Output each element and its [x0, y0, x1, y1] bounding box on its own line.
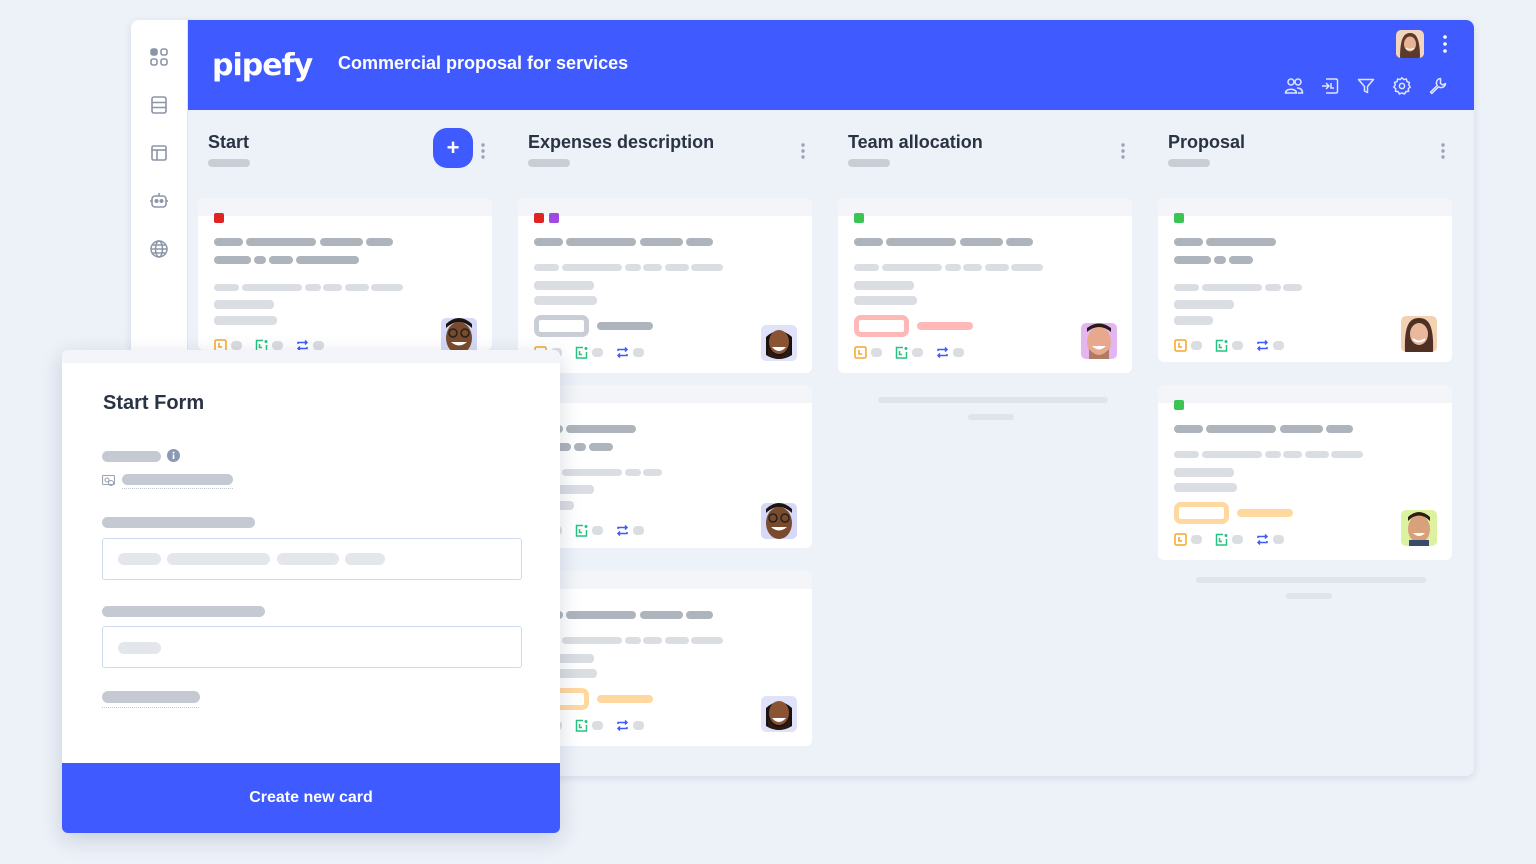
assignee-avatar	[1081, 323, 1117, 359]
field-label	[102, 451, 161, 462]
pipe-header: pipefy Commercial proposal for services	[188, 20, 1474, 110]
filter-icon[interactable]	[1356, 76, 1376, 96]
robot-icon[interactable]	[149, 191, 169, 211]
field-tag	[1174, 502, 1229, 524]
globe-icon[interactable]	[149, 239, 169, 259]
card-badges	[854, 346, 973, 359]
assignee-avatar	[441, 318, 477, 350]
due-date-icon	[1174, 339, 1187, 352]
card-badges	[1174, 533, 1293, 546]
kanban-card[interactable]	[518, 571, 812, 746]
connection-icon	[936, 346, 949, 359]
phase-time-icon	[1215, 533, 1228, 546]
card-badges	[214, 339, 333, 350]
due-date-icon	[214, 339, 227, 350]
phase-time-icon	[255, 339, 268, 350]
phase-time-icon	[1215, 339, 1228, 352]
kanban-card[interactable]	[198, 198, 492, 350]
field-description	[122, 474, 233, 485]
create-new-card-button[interactable]: Create new card	[62, 763, 560, 833]
start-form-panel: Start Form Create new card	[62, 350, 560, 833]
kanban-card[interactable]	[838, 198, 1132, 373]
kanban-card[interactable]	[518, 198, 812, 373]
phase-time-icon	[575, 719, 588, 732]
layout-icon[interactable]	[149, 143, 169, 163]
form-text-input-1[interactable]	[102, 538, 522, 580]
card-label-green	[1174, 213, 1184, 223]
info-icon[interactable]	[167, 449, 180, 462]
assignee-avatar	[761, 503, 797, 539]
placeholder-line	[1196, 577, 1426, 583]
attachment-icon	[101, 474, 116, 487]
phase-title: Expenses description	[528, 132, 715, 152]
add-card-button[interactable]: +	[433, 128, 473, 168]
settings-icon[interactable]	[1392, 76, 1412, 96]
user-avatar[interactable]	[1396, 30, 1424, 58]
form-text-input-2[interactable]	[102, 626, 522, 668]
card-label-purple	[549, 213, 559, 223]
field-tag	[854, 315, 909, 337]
card-label-green	[1174, 400, 1184, 410]
card-badges	[1174, 339, 1293, 352]
field-link[interactable]	[102, 691, 200, 703]
card-label-red	[534, 213, 544, 223]
field-label	[102, 606, 265, 617]
more-options-icon[interactable]	[1442, 34, 1448, 54]
members-icon[interactable]	[1284, 76, 1304, 96]
phase-title: Start	[208, 132, 250, 152]
kanban-card[interactable]	[518, 385, 812, 548]
phase-card-count	[208, 159, 250, 167]
grid-icon[interactable]	[149, 47, 169, 67]
kanban-card[interactable]	[1158, 385, 1452, 560]
phase-column-proposal: Proposal	[1148, 110, 1468, 776]
assignee-avatar	[761, 325, 797, 361]
connection-icon	[616, 346, 629, 359]
phase-time-icon	[895, 346, 908, 359]
assignee-avatar	[1401, 510, 1437, 546]
due-date-icon	[1174, 533, 1187, 546]
field-tag	[534, 315, 589, 337]
phase-time-icon	[575, 346, 588, 359]
wrench-icon[interactable]	[1428, 76, 1448, 96]
connection-icon	[1256, 339, 1269, 352]
assignee-avatar	[761, 696, 797, 732]
pipe-title: Commercial proposal for services	[338, 53, 629, 73]
connection-icon	[296, 339, 309, 350]
phase-column-team-allocation: Team allocation	[828, 110, 1148, 776]
phase-card-count	[528, 159, 570, 167]
header-toolbar	[1284, 76, 1448, 96]
database-icon[interactable]	[149, 95, 169, 115]
phase-title: Team allocation	[848, 132, 983, 152]
phase-title: Proposal	[1168, 132, 1246, 152]
phase-card-count	[848, 159, 890, 167]
card-label-red	[214, 213, 224, 223]
pipefy-logo[interactable]: pipefy	[212, 48, 313, 83]
card-label-green	[854, 213, 864, 223]
due-date-icon	[854, 346, 867, 359]
phase-menu-icon[interactable]	[480, 142, 486, 160]
connection-icon	[616, 719, 629, 732]
form-title: Start Form	[103, 392, 205, 414]
phase-card-count	[1168, 159, 1210, 167]
import-icon[interactable]	[1320, 76, 1340, 96]
connection-icon	[1256, 533, 1269, 546]
assignee-avatar	[1401, 316, 1437, 352]
phase-menu-icon[interactable]	[1120, 142, 1126, 160]
phase-time-icon	[575, 524, 588, 537]
phase-menu-icon[interactable]	[800, 142, 806, 160]
phase-menu-icon[interactable]	[1440, 142, 1446, 160]
field-label	[102, 517, 255, 528]
connection-icon	[616, 524, 629, 537]
placeholder-line	[968, 414, 1014, 420]
placeholder-line	[1286, 593, 1332, 599]
kanban-card[interactable]	[1158, 198, 1452, 362]
placeholder-line	[878, 397, 1108, 403]
